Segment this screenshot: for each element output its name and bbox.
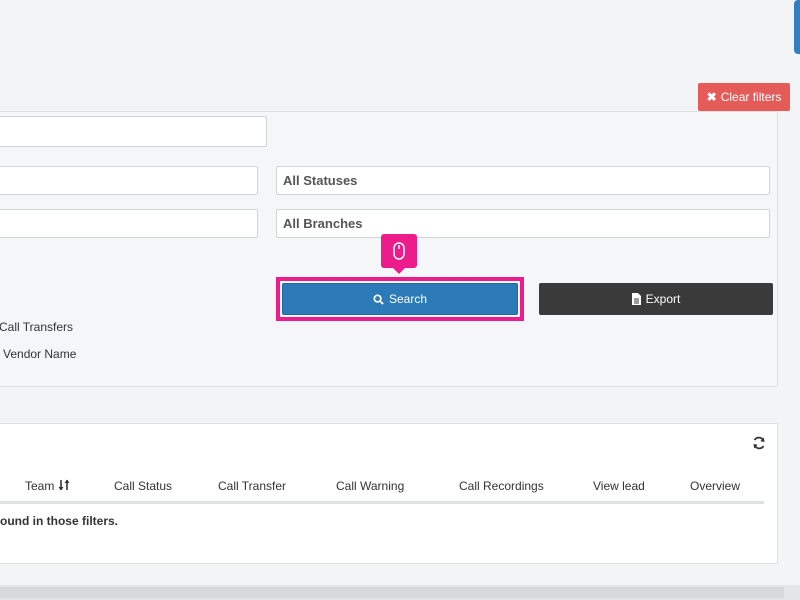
search-button[interactable]: Search (282, 283, 518, 315)
status-select[interactable]: All Statuses (276, 166, 770, 195)
branch-select[interactable]: All Branches (276, 209, 770, 238)
team-header-label: Team (25, 479, 55, 493)
vendor-name-option[interactable]: Vendor Name (3, 347, 76, 361)
filter-select-left-2[interactable] (0, 209, 258, 238)
status-select-value: All Statuses (283, 173, 358, 188)
search-label: Search (388, 292, 428, 306)
column-header-call-recordings[interactable]: Call Recordings (459, 479, 544, 493)
column-header-team[interactable]: Team (25, 479, 70, 493)
clear-filters-label: Clear filters (720, 90, 782, 104)
call-transfers-option[interactable]: Call Transfers (0, 320, 73, 334)
column-header-view-lead[interactable]: View lead (593, 479, 645, 493)
mouse-icon (393, 242, 405, 260)
branch-select-value: All Branches (283, 216, 363, 231)
magnifier-icon (373, 293, 384, 305)
refresh-icon[interactable] (752, 436, 766, 450)
cursor-indicator (381, 234, 417, 274)
column-header-call-warning[interactable]: Call Warning (336, 479, 404, 493)
table-header-divider (0, 501, 764, 504)
export-button[interactable]: Export (539, 283, 773, 315)
side-panel-tab[interactable] (794, 0, 800, 54)
column-header-call-status[interactable]: Call Status (114, 479, 172, 493)
file-icon (631, 293, 641, 305)
times-icon: ✖ (706, 90, 717, 104)
results-panel (0, 423, 778, 564)
column-header-call-transfer[interactable]: Call Transfer (218, 479, 286, 493)
export-label: Export (645, 292, 681, 306)
sort-icon (58, 479, 70, 491)
filter-select-left-1[interactable] (0, 166, 258, 195)
empty-results-message: ound in those filters. (0, 514, 119, 528)
clear-filters-button[interactable]: ✖ Clear filters (698, 83, 790, 111)
column-header-overview[interactable]: Overview (690, 479, 740, 493)
scrollbar-thumb[interactable] (0, 587, 784, 598)
filter-text-input[interactable] (0, 116, 267, 147)
